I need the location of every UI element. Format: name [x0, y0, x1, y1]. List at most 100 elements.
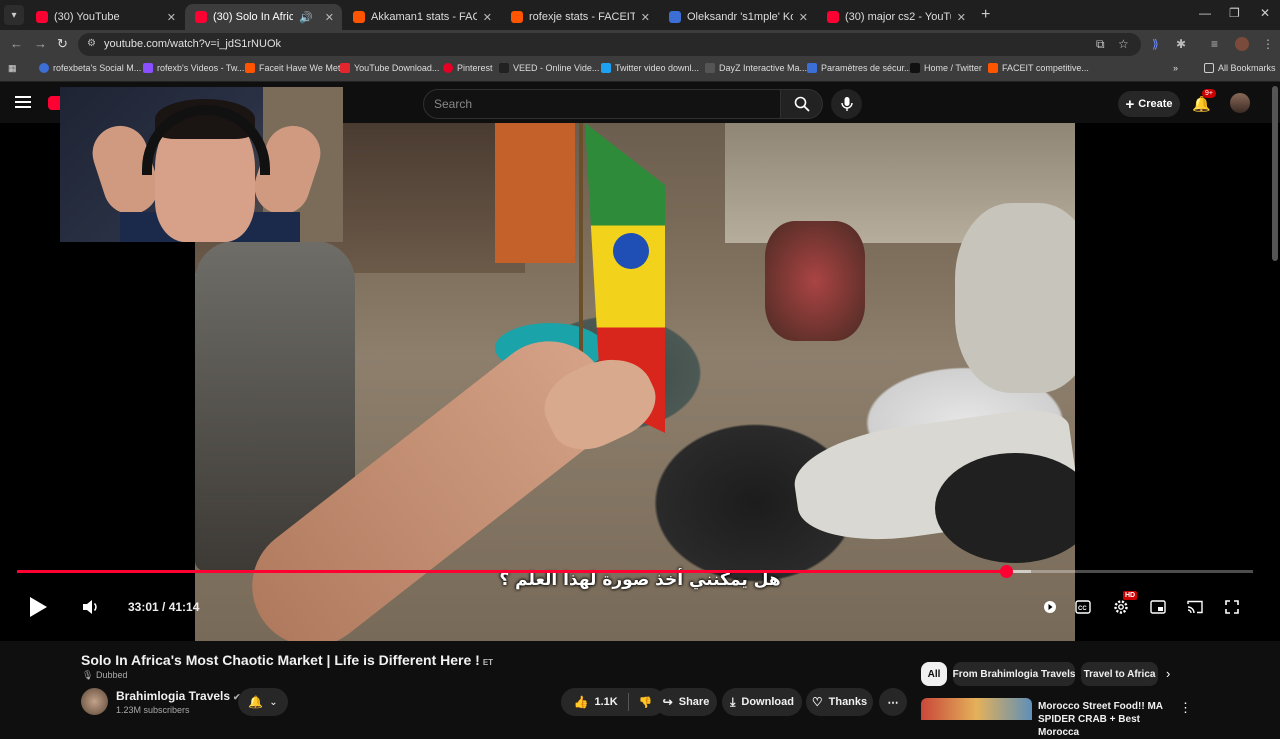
browser-tab[interactable]: (30) YouTube ✕ [26, 4, 184, 30]
forward-arrow-icon[interactable]: → [34, 36, 47, 51]
browser-tab-active[interactable]: (30) Solo In Africa's Most Ch 🔊 ✕ [185, 4, 342, 30]
fullscreen-icon[interactable] [1225, 600, 1239, 614]
cast-icon[interactable] [1187, 600, 1203, 614]
bookmark-item[interactable]: rofexbeta's Social M... [39, 63, 141, 73]
chevron-down-icon: ⌄ [269, 696, 278, 708]
close-icon[interactable]: ✕ [167, 11, 176, 24]
browser-profile-avatar[interactable] [1235, 37, 1249, 51]
settings-gear-icon[interactable] [1113, 599, 1129, 615]
bookmark-item[interactable]: Pinterest [443, 63, 493, 73]
extensions-puzzle-icon[interactable]: ✱ [1176, 37, 1186, 51]
restore-icon[interactable]: ❐ [1229, 6, 1240, 20]
share-button[interactable]: ↪ Share [655, 688, 717, 716]
video-subtitle: هل يمكنني أخذ صورة لهذا العلم ؟ [499, 570, 781, 590]
channel-name[interactable]: Brahimlogia Travels ✔ [116, 689, 241, 703]
progress-scrubber[interactable] [999, 565, 1013, 578]
browser-tab[interactable]: Akkaman1 stats - FACEIT.com ✕ [343, 4, 500, 30]
youtube-favicon-icon [36, 11, 48, 23]
chip-travel-to-africa[interactable]: Travel to Africa [1081, 662, 1158, 686]
close-icon[interactable]: ✕ [641, 11, 650, 24]
page-scrollbar[interactable] [1272, 86, 1278, 261]
webcam-overlay [60, 87, 343, 242]
bell-icon: 🔔 [248, 695, 264, 709]
progress-played [17, 570, 1006, 573]
account-avatar[interactable] [1230, 93, 1250, 113]
dislike-button[interactable]: 👎 [629, 696, 653, 709]
thanks-button[interactable]: ♡ Thanks [806, 688, 873, 716]
hd-badge: HD [1123, 591, 1138, 600]
bookmark-item[interactable]: rofexb's Videos - Tw... [143, 63, 244, 73]
subscription-notification-button[interactable]: 🔔 ⌄ [238, 688, 288, 716]
thumbs-up-icon: 👍 [573, 695, 589, 709]
bookmark-item[interactable]: DayZ Interactive Ma... [705, 63, 807, 73]
like-button[interactable]: 👍 1.1K [574, 693, 629, 711]
search-input[interactable]: Search [423, 89, 781, 119]
bookmarks-overflow-chevron-icon[interactable]: » [1173, 63, 1178, 73]
close-icon[interactable]: ✕ [325, 11, 334, 24]
browser-tab[interactable]: rofexje stats - FACEIT.com ✕ [501, 4, 658, 30]
more-vertical-icon[interactable]: ⋮ [1179, 700, 1192, 716]
subscriber-count: 1.23M subscribers [116, 705, 190, 715]
all-bookmarks[interactable]: All Bookmarks [1204, 63, 1276, 73]
more-actions-button[interactable]: ⋯ [879, 688, 907, 716]
thumbs-down-icon: 👎 [638, 696, 653, 709]
apps-grid-icon[interactable]: ▦ [8, 63, 17, 74]
url-text[interactable]: youtube.com/watch?v=i_jdS1rNUOk [104, 38, 281, 50]
svg-text:CC: CC [1078, 606, 1087, 612]
close-icon[interactable]: ✕ [799, 11, 808, 24]
dubbed-label: 🎙 Dubbed [82, 670, 128, 680]
close-icon[interactable]: ✕ [957, 11, 966, 24]
youtube-favicon-icon [195, 11, 207, 23]
close-icon[interactable]: ✕ [483, 11, 492, 24]
microphone-icon [840, 97, 853, 111]
tab-search-chevron-icon[interactable]: ▾ [4, 5, 24, 25]
bookmark-item[interactable]: FACEIT competitive... [988, 63, 1089, 73]
bookmark-item[interactable]: Faceit Have We Met [245, 63, 340, 73]
chevron-right-icon[interactable]: › [1166, 666, 1170, 681]
bookmark-star-icon[interactable]: ☆ [1118, 37, 1129, 51]
audio-track-icon: 🎙 [82, 670, 94, 680]
speaker-icon[interactable]: 🔊 [299, 11, 313, 24]
minimize-icon[interactable]: — [1199, 6, 1211, 20]
back-arrow-icon[interactable]: ← [10, 36, 23, 51]
chip-from-channel[interactable]: From Brahimlogia Travels [953, 662, 1075, 686]
video-title: Solo In Africa's Most Chaotic Market | L… [81, 652, 494, 668]
title-language-badge: ET [482, 658, 494, 667]
address-toolbar: ← → ↻ ⚙ youtube.com/watch?v=i_jdS1rNUOk … [0, 30, 1280, 59]
progress-bar[interactable] [17, 565, 1253, 578]
address-bar[interactable]: ⚙ youtube.com/watch?v=i_jdS1rNUOk ⧉ ☆ [78, 33, 1141, 56]
bookmark-item[interactable]: Paramètres de sécur... [807, 63, 912, 73]
more-horizontal-icon: ⋯ [887, 696, 899, 709]
bookmark-item[interactable]: Twitter video downl... [601, 63, 699, 73]
chip-all[interactable]: All [921, 662, 947, 686]
volume-icon[interactable] [82, 599, 100, 615]
bookmarks-bar: ▦ rofexbeta's Social M... rofexb's Video… [0, 59, 1280, 82]
site-info-icon[interactable]: ⚙ [87, 38, 96, 49]
subtitles-icon[interactable]: CC [1075, 600, 1091, 614]
bookmark-item[interactable]: Home / Twitter [910, 63, 982, 73]
browser-menu-icon[interactable]: ⋮ [1262, 37, 1274, 51]
channel-avatar[interactable] [81, 688, 108, 715]
extension-icon[interactable]: ⟫ [1152, 37, 1159, 51]
play-icon[interactable] [30, 597, 47, 617]
recommended-video-thumbnail[interactable] [921, 698, 1032, 720]
search-button[interactable] [781, 89, 823, 119]
voice-search-button[interactable] [831, 89, 862, 119]
autoplay-toggle-icon[interactable] [1043, 600, 1057, 614]
browser-tab[interactable]: Oleksandr 's1mple' Kostyliev's C ✕ [659, 4, 816, 30]
thanks-heart-icon: ♡ [811, 695, 823, 709]
create-button[interactable]: + Create [1118, 91, 1180, 117]
install-app-icon[interactable]: ⧉ [1096, 37, 1105, 52]
window-close-icon[interactable]: ✕ [1260, 6, 1270, 20]
new-tab-plus-icon[interactable]: + [981, 6, 990, 24]
miniplayer-icon[interactable] [1150, 600, 1166, 614]
browser-tab[interactable]: (30) major cs2 - YouTube ✕ [817, 4, 974, 30]
time-display: 33:01 / 41:14 [128, 600, 200, 614]
download-button[interactable]: ⤓ Download [722, 688, 802, 716]
menu-hamburger-icon[interactable] [15, 96, 31, 108]
media-controls-icon[interactable]: ≡ [1211, 37, 1218, 51]
bookmark-item[interactable]: YouTube Download... [340, 63, 439, 73]
video-scene-drum [765, 221, 865, 341]
reload-icon[interactable]: ↻ [57, 36, 68, 52]
bookmark-item[interactable]: VEED - Online Vide... [499, 63, 599, 73]
